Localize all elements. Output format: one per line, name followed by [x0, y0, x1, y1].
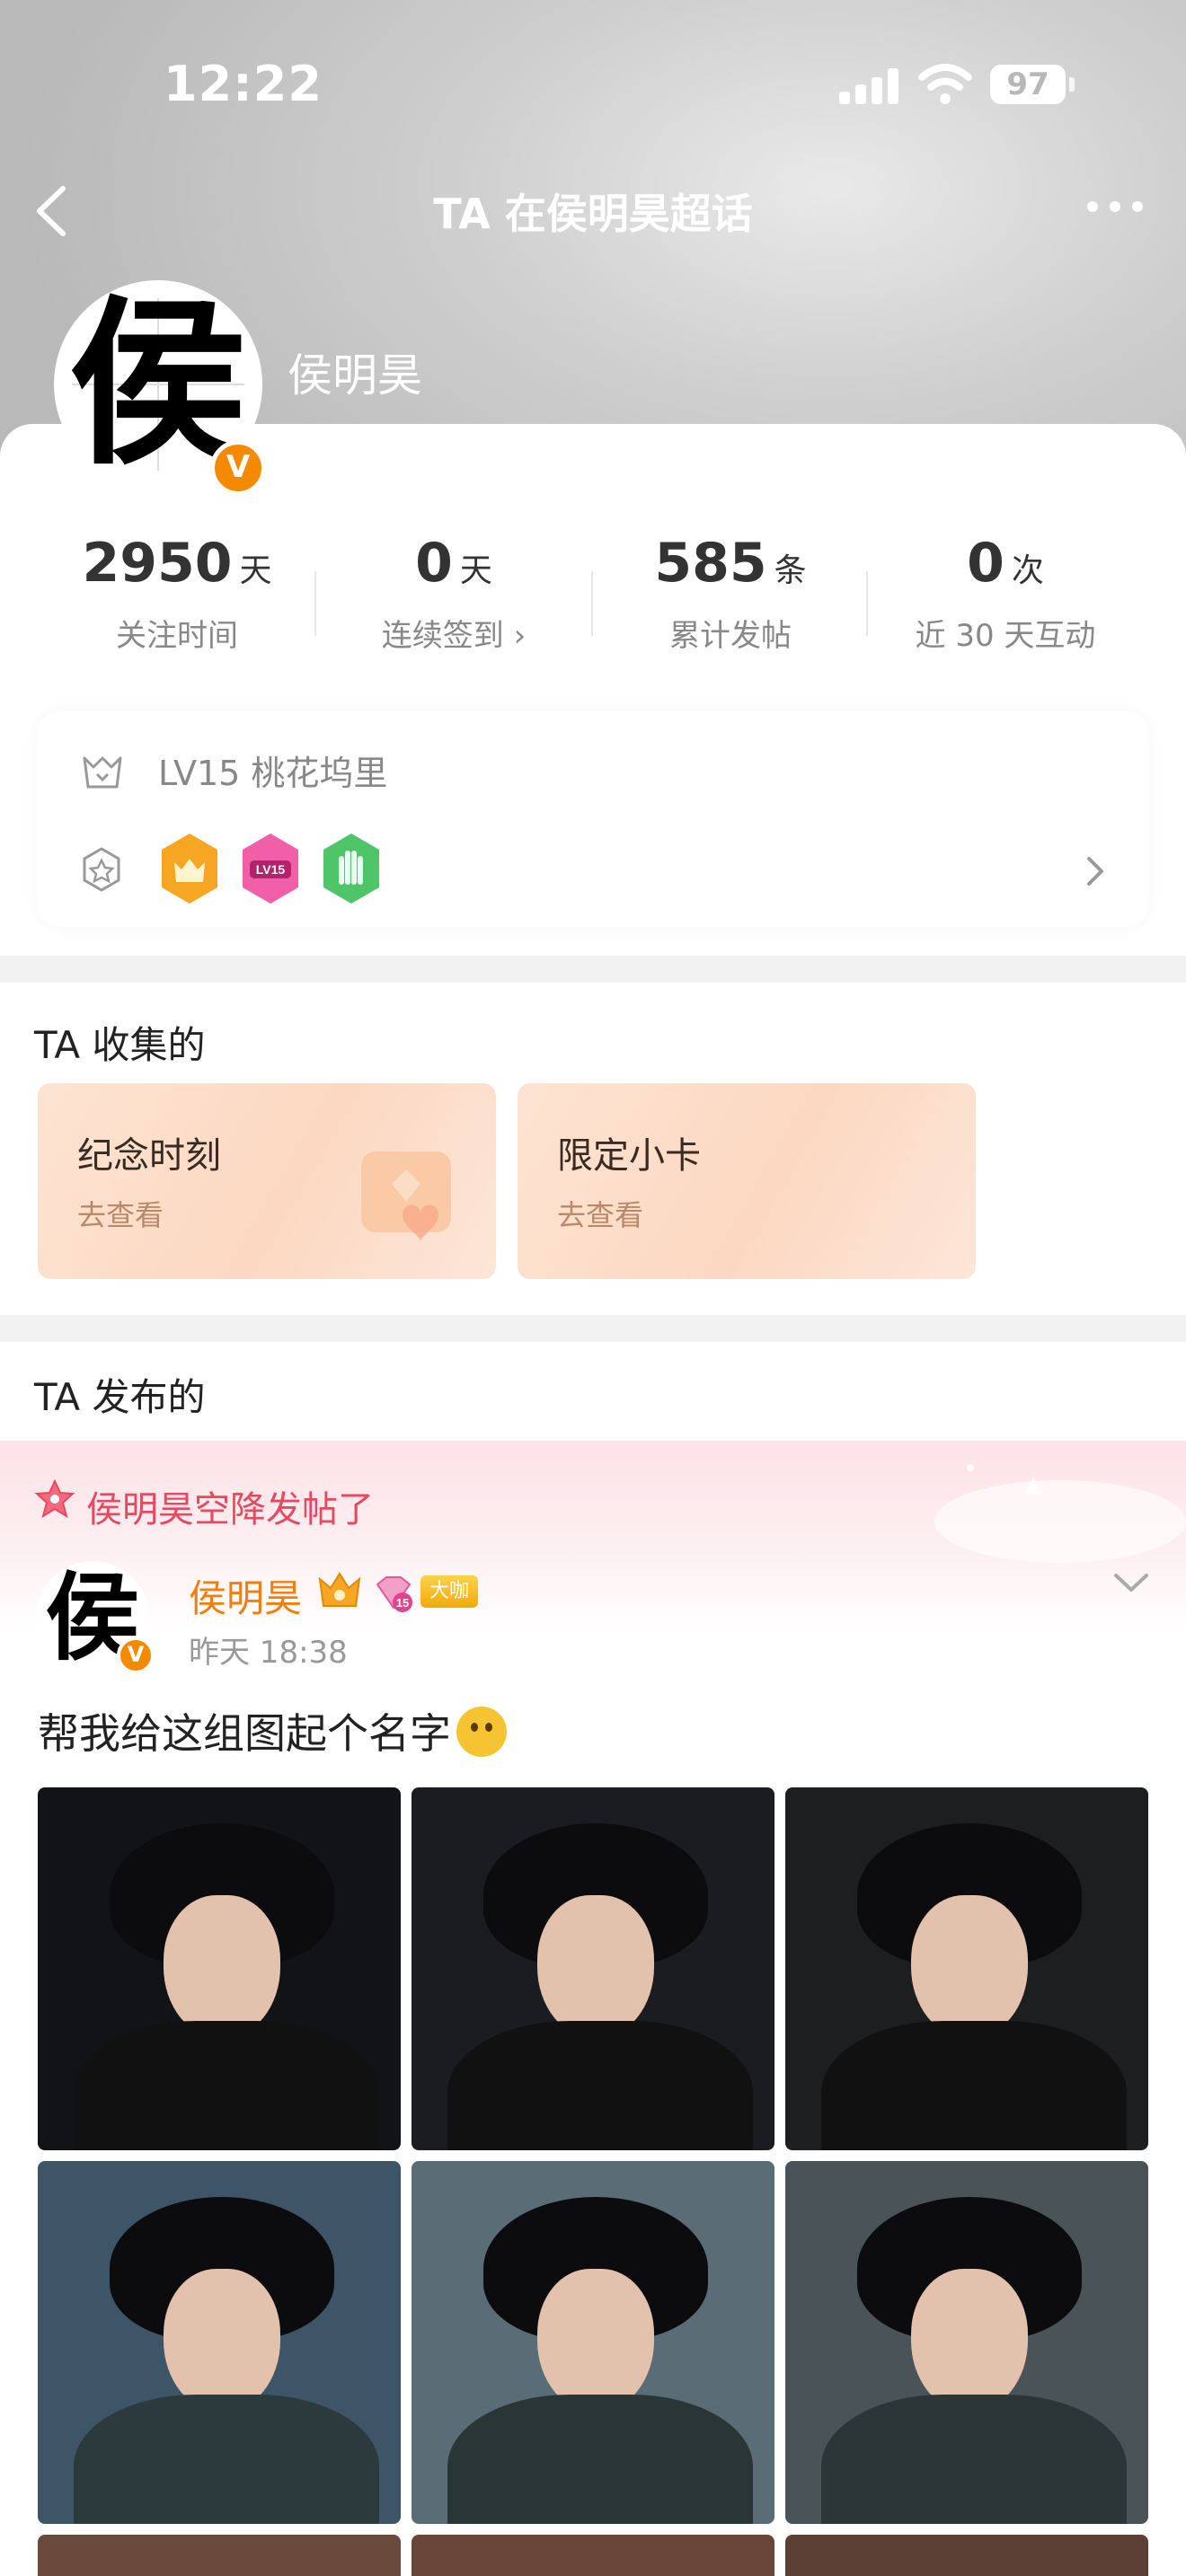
collect-card-moments[interactable]: 纪念时刻 去查看	[38, 1083, 496, 1279]
post-photo[interactable]	[412, 1787, 774, 2150]
stats-row: 2950 天 关注时间 0天 连续签到 › 585 条 累计发帖 0次 近 30 天…	[0, 532, 1186, 657]
medal-icon	[83, 847, 120, 892]
post-photo[interactable]	[785, 2161, 1148, 2524]
crown-level-icon	[83, 756, 122, 789]
post-time: 昨天 18:38	[189, 1635, 348, 1671]
stat-value: 0	[967, 532, 1005, 595]
stat-checkin[interactable]: 0天 连续签到 ›	[316, 532, 591, 655]
stat-value: 0	[415, 532, 453, 595]
star-icon	[34, 1478, 75, 1519]
gift-box-icon	[361, 1151, 451, 1241]
level-text: LV15 桃花坞里	[158, 754, 388, 793]
stat-unit: 条	[774, 552, 807, 589]
chevron-right-icon[interactable]	[1082, 853, 1109, 889]
stat-label: 累计发帖	[669, 618, 792, 654]
posts-title: TA 发布的	[34, 1375, 206, 1419]
status-bar: 12:22 97	[0, 0, 1186, 171]
stat-divider	[591, 571, 593, 636]
medal-crown-icon[interactable]	[158, 832, 221, 905]
stat-label: 连续签到 ›	[381, 618, 527, 654]
stat-value: 2950	[82, 532, 233, 595]
post-photo[interactable]	[785, 1787, 1148, 2150]
stat-label: 近 30 天互动	[915, 618, 1096, 654]
chevron-down-icon[interactable]	[1111, 1570, 1152, 1597]
post-photo[interactable]	[785, 2535, 1148, 2576]
stat-divider	[866, 571, 868, 636]
wifi-icon	[918, 64, 972, 104]
medal-level-label: LV15	[256, 862, 286, 877]
post-photo[interactable]	[412, 2535, 774, 2576]
post-photo[interactable]	[412, 2161, 774, 2524]
stat-unit: 天	[239, 552, 272, 589]
stat-divider	[314, 571, 316, 636]
collections-section: TA 收集的 纪念时刻 去查看 限定小卡 去查看	[0, 983, 1186, 1315]
post-photo[interactable]	[38, 1787, 401, 2150]
post-banner: 侯明昊空降发帖了	[0, 1441, 1186, 1629]
cloud-decoration-icon	[934, 1464, 1186, 1563]
medal-level-icon[interactable]: LV15	[239, 832, 302, 905]
stat-label: 关注时间	[116, 618, 238, 654]
collect-card-limited[interactable]: 限定小卡 去查看	[518, 1083, 976, 1279]
battery-indicator: 97	[990, 65, 1075, 104]
collect-card-link: 去查看	[77, 1198, 164, 1232]
post-text-content: 帮我给这组图起个名字	[38, 1709, 451, 1758]
status-time: 12:22	[164, 56, 323, 112]
stat-unit: 天	[459, 552, 492, 589]
collect-card-title: 纪念时刻	[77, 1135, 221, 1177]
profile-card: 2950 天 关注时间 0天 连续签到 › 585 条 累计发帖 0次 近 30 天…	[0, 424, 1186, 956]
verified-badge-icon: V	[117, 1636, 155, 1674]
gem-level-icon: 15	[376, 1576, 412, 1612]
thinking-emoji-icon	[456, 1707, 507, 1757]
nav-bar: TA 在侯明昊超话	[0, 171, 1186, 251]
collections-title: TA 收集的	[34, 1023, 206, 1067]
post-photo[interactable]	[38, 2535, 401, 2576]
collect-card-title: 限定小卡	[557, 1135, 701, 1177]
profile-name: 侯明昊	[288, 349, 422, 401]
post-text: 帮我给这组图起个名字	[38, 1701, 507, 1760]
stat-value: 585	[654, 532, 767, 595]
post-author-name[interactable]: 侯明昊	[189, 1568, 302, 1623]
crown-badge-icon	[318, 1572, 361, 1607]
vip-tag: 大咖	[420, 1575, 478, 1608]
stat-posts: 585 条 累计发帖	[593, 532, 868, 655]
gem-level-number: 15	[396, 1596, 409, 1610]
stat-follow-time: 2950 天 关注时间	[40, 532, 314, 655]
medal-hand-icon[interactable]	[320, 832, 383, 905]
page-title: TA 在侯明昊超话	[433, 190, 753, 238]
stat-unit: 次	[1011, 552, 1044, 589]
cellular-signal-icon	[839, 68, 900, 104]
post-photo[interactable]	[38, 2161, 401, 2524]
verified-badge-icon: V	[210, 440, 266, 496]
more-options-icon[interactable]	[1084, 189, 1146, 225]
collect-card-link: 去查看	[557, 1198, 644, 1232]
banner-text: 侯明昊空降发帖了	[86, 1489, 374, 1531]
stat-interactions: 0次 近 30 天互动	[868, 532, 1143, 655]
level-medal-box[interactable]: LV15 桃花坞里 LV15	[38, 711, 1148, 927]
